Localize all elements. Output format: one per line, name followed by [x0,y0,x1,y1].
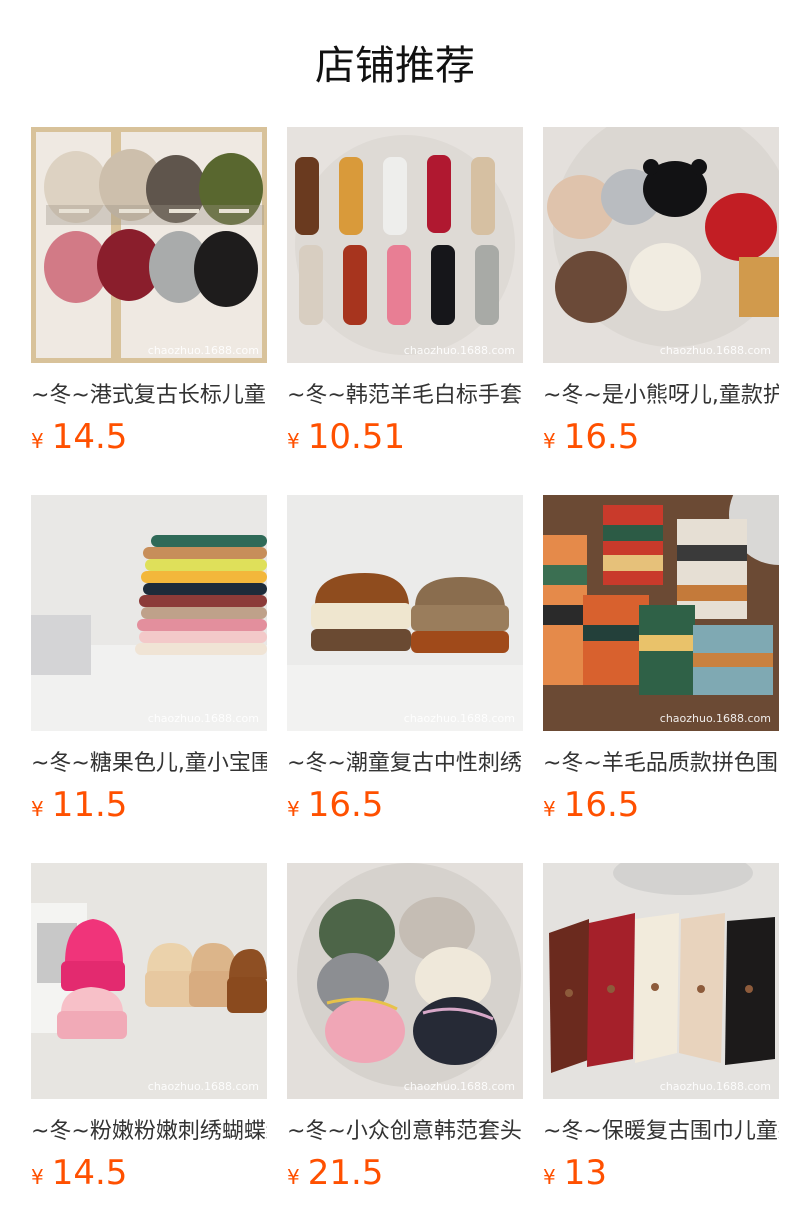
product-name[interactable]: ~冬~港式复古长标儿童毛线帽 [31,380,267,412]
watermark: chaozhuo.1688.com [659,1080,771,1093]
watermark: chaozhuo.1688.com [403,344,515,357]
product-price: ¥14.5 [31,1153,127,1199]
product-image[interactable]: chaozhuo.1688.com [31,495,267,731]
price-value: 16.5 [563,417,640,457]
product-price: ¥14.5 [31,417,127,463]
watermark: chaozhuo.1688.com [403,1080,515,1093]
watermark: chaozhuo.1688.com [659,712,771,725]
price-value: 14.5 [51,417,128,457]
currency-symbol: ¥ [31,797,44,821]
product-price: ¥21.5 [287,1153,383,1199]
product-name[interactable]: ~冬~是小熊呀儿,童款护耳帽 [543,380,779,412]
product-price: ¥11.5 [31,785,127,831]
watermark: chaozhuo.1688.com [659,344,771,357]
product-name[interactable]: ~冬~糖果色儿,童小宝围巾 [31,748,267,780]
product-name[interactable]: ~冬~小众创意韩范套头帽 [287,1116,523,1148]
price-value: 16.5 [563,785,640,825]
product-image[interactable]: chaozhuo.1688.com [31,127,267,363]
product-image[interactable]: chaozhuo.1688.com [31,863,267,1099]
price-value: 10.51 [307,417,406,457]
watermark: chaozhuo.1688.com [147,1080,259,1093]
price-value: 11.5 [51,785,128,825]
page-title: 店铺推荐 [315,43,475,89]
price-value: 21.5 [307,1153,384,1193]
currency-symbol: ¥ [287,1165,300,1189]
currency-symbol: ¥ [287,797,300,821]
watermark: chaozhuo.1688.com [403,712,515,725]
product-name[interactable]: ~冬~粉嫩粉嫩刺绣蝴蝶结帽 [31,1116,267,1148]
price-value: 14.5 [51,1153,128,1193]
product-image[interactable]: chaozhuo.1688.com [543,863,779,1099]
product-name[interactable]: ~冬~羊毛品质款拼色围巾 [543,748,779,780]
product-price: ¥16.5 [543,417,639,463]
product-price: ¥16.5 [287,785,383,831]
product-image[interactable]: chaozhuo.1688.com [287,863,523,1099]
product-price: ¥13 [543,1153,607,1199]
product-name[interactable]: ~冬~韩范羊毛白标手套 [287,380,523,412]
price-value: 13 [563,1153,607,1193]
watermark: chaozhuo.1688.com [147,712,259,725]
product-image[interactable]: chaozhuo.1688.com [287,495,523,731]
product-name[interactable]: ~冬~潮童复古中性刺绣帽 [287,748,523,780]
product-image[interactable]: chaozhuo.1688.com [543,495,779,731]
currency-symbol: ¥ [287,429,300,453]
watermark: chaozhuo.1688.com [147,344,259,357]
currency-symbol: ¥ [31,429,44,453]
currency-symbol: ¥ [31,1165,44,1189]
product-image[interactable]: chaozhuo.1688.com [287,127,523,363]
product-price: ¥10.51 [287,417,405,463]
product-price: ¥16.5 [543,785,639,831]
product-name[interactable]: ~冬~保暖复古围巾儿童款 [543,1116,779,1148]
product-image[interactable]: chaozhuo.1688.com [543,127,779,363]
currency-symbol: ¥ [543,797,556,821]
currency-symbol: ¥ [543,1165,556,1189]
price-value: 16.5 [307,785,384,825]
currency-symbol: ¥ [543,429,556,453]
